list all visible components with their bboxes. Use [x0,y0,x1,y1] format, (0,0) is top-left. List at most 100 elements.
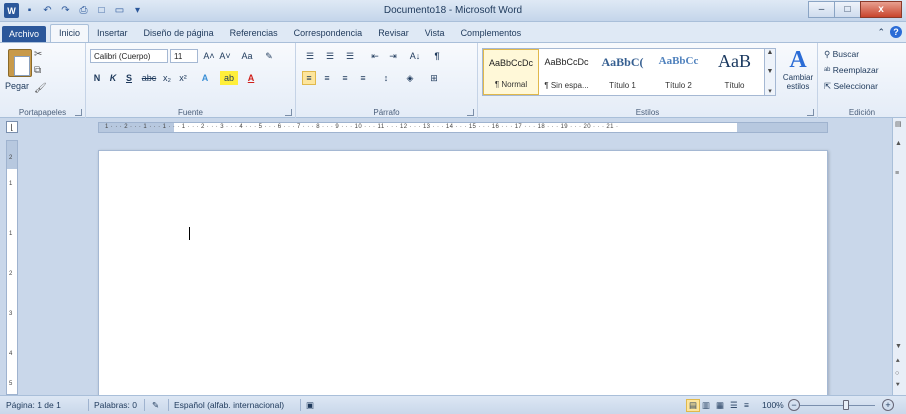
styles-gallery-scroll[interactable]: ▲ ▼ ▾ [764,48,776,96]
close-button[interactable]: x [860,1,902,18]
zoom-level[interactable]: 100% [762,400,784,410]
subscript-button[interactable]: x₂ [160,71,174,85]
vertical-scrollbar[interactable]: ▤ ▲ ≡ ▼ ⯅ ○ ⯆ [892,118,906,395]
italic-button[interactable]: K [106,71,120,85]
align-right-button[interactable]: ≡ [338,71,352,85]
style-no-spacing[interactable]: AaBbCcDc ¶ Sin espa... [539,49,595,95]
zoom-slider-track[interactable] [800,405,875,406]
prev-page-icon[interactable]: ⯅ [895,358,901,366]
underline-button[interactable]: S [122,71,136,85]
style-heading-2[interactable]: AaBbCc Título 2 [651,49,707,95]
change-styles-button[interactable]: A Cambiar estilos [782,47,814,91]
clipboard-launcher-icon[interactable] [75,109,82,116]
tab-referencias[interactable]: Referencias [222,25,286,42]
select-button[interactable]: ⇱ Seleccionar [824,81,878,92]
shading-button[interactable]: ◈ [402,71,418,85]
macro-record-icon[interactable]: ▣ [306,400,314,411]
superscript-button[interactable]: x² [176,71,190,85]
text-effects-button[interactable]: A [198,71,212,85]
align-center-button[interactable]: ≡ [320,71,334,85]
draft-view-icon[interactable]: ≡ [744,400,749,410]
next-page-icon[interactable]: ⯆ [895,382,901,390]
window-title: Documento18 - Microsoft Word [383,5,523,16]
style-title[interactable]: AaB Título [707,49,763,95]
style-normal[interactable]: AaBbCcDc ¶ Normal [483,49,539,95]
justify-button[interactable]: ≡ [356,71,370,85]
style-name: Título 2 [665,81,692,90]
outline-view-icon[interactable]: ☰ [730,400,738,411]
web-layout-view-icon[interactable]: ▦ [716,400,724,411]
change-case-button[interactable]: Aa [238,49,256,63]
font-name-select[interactable]: Calibri (Cuerpo) [90,49,168,63]
browse-object-icon[interactable]: ○ [895,370,899,377]
replace-label: Reemplazar [832,65,879,75]
format-painter-icon[interactable]: 🖌 [34,83,47,94]
word-count[interactable]: Palabras: 0 [94,400,137,410]
horizontal-ruler[interactable]: 1 · · · 2 · · · 1 · · · 1 · · · 1 · · · … [98,122,828,133]
font-size-select[interactable]: 11 [170,49,198,63]
sort-button[interactable]: A↓ [406,49,424,63]
minimize-ribbon-icon[interactable]: ⌃ [877,27,885,38]
strikethrough-button[interactable]: abc [140,71,158,85]
ribbon: Pegar ✂ ⧉ 🖌 Portapapeles Calibri (Cuerpo… [0,42,906,119]
tab-diseno-pagina[interactable]: Diseño de página [136,25,222,42]
scroll-thumb[interactable]: ≡ [895,170,899,177]
style-heading-1[interactable]: AaBbC( Título 1 [595,49,651,95]
multilevel-list-button[interactable]: ☰ [342,49,358,63]
minimize-button[interactable]: – [808,1,835,18]
bold-button[interactable]: N [90,71,104,85]
zoom-out-button[interactable]: − [788,399,800,411]
paragraph-launcher-icon[interactable] [467,109,474,116]
style-name: Título [724,81,745,90]
find-button[interactable]: ⚲ Buscar [824,49,859,60]
font-group: Calibri (Cuerpo) 11 A˄ A˅ Aa ✎ N K S abc… [86,43,296,119]
tab-insertar[interactable]: Insertar [89,25,136,42]
bullets-button[interactable]: ☰ [302,49,318,63]
align-left-button[interactable]: ≡ [302,71,316,85]
styles-launcher-icon[interactable] [807,109,814,116]
tab-revisar[interactable]: Revisar [370,25,417,42]
numbering-button[interactable]: ☰ [322,49,338,63]
scroll-down-icon[interactable]: ▼ [895,343,902,350]
page-count[interactable]: Página: 1 de 1 [6,400,61,410]
cut-icon[interactable]: ✂ [34,49,42,60]
highlight-button[interactable]: ab [220,71,238,85]
zoom-in-button[interactable]: + [882,399,894,411]
zoom-slider-thumb[interactable] [843,400,849,410]
scroll-up-icon[interactable]: ▲ [895,140,902,147]
show-marks-button[interactable]: ¶ [430,49,444,63]
full-screen-view-icon[interactable]: ▥ [702,400,710,411]
font-color-button[interactable]: A [244,71,258,85]
replace-button[interactable]: ᵃᵇ Reemplazar [824,65,879,75]
font-launcher-icon[interactable] [285,109,292,116]
tab-inicio[interactable]: Inicio [50,24,90,42]
style-name: ¶ Normal [494,80,528,89]
proofing-icon[interactable]: ✎ [152,400,159,411]
ruler-ticks: 1 · · · 2 · · · 1 · · · 1 · · · 1 · · · … [105,124,619,130]
paste-button-label[interactable]: Pegar [5,81,29,91]
vertical-ruler[interactable]: 2 1 1 2 3 4 5 [6,140,18,395]
line-spacing-button[interactable]: ↕ [378,71,394,85]
tab-vista[interactable]: Vista [417,25,453,42]
increase-indent-button[interactable]: ⇥ [386,49,400,63]
decrease-indent-button[interactable]: ⇤ [368,49,382,63]
language-indicator[interactable]: Español (alfab. internacional) [174,400,284,410]
tab-selector-button[interactable]: ⌊ [6,121,18,133]
document-page[interactable] [98,150,828,400]
view-ruler-icon[interactable]: ▤ [895,120,902,128]
help-icon[interactable]: ? [890,26,902,38]
clear-format-button[interactable]: ✎ [262,49,276,63]
shrink-font-button[interactable]: A˅ [218,49,232,63]
tab-complementos[interactable]: Complementos [453,25,530,42]
ruler-bar: ⌊ 1 · · · 2 · · · 1 · · · 1 · · · 1 · · … [0,118,906,136]
vruler-tick: 1 [9,181,13,187]
print-layout-view-icon[interactable]: ▤ [686,399,701,412]
grow-font-button[interactable]: A˄ [202,49,216,63]
tab-archivo[interactable]: Archivo [2,26,47,42]
paste-icon[interactable] [8,49,32,77]
tab-correspondencia[interactable]: Correspondencia [286,25,371,42]
borders-button[interactable]: ⊞ [426,71,442,85]
maximize-button[interactable]: □ [834,1,861,18]
copy-icon[interactable]: ⧉ [34,65,41,76]
style-preview: AaB [718,51,751,71]
